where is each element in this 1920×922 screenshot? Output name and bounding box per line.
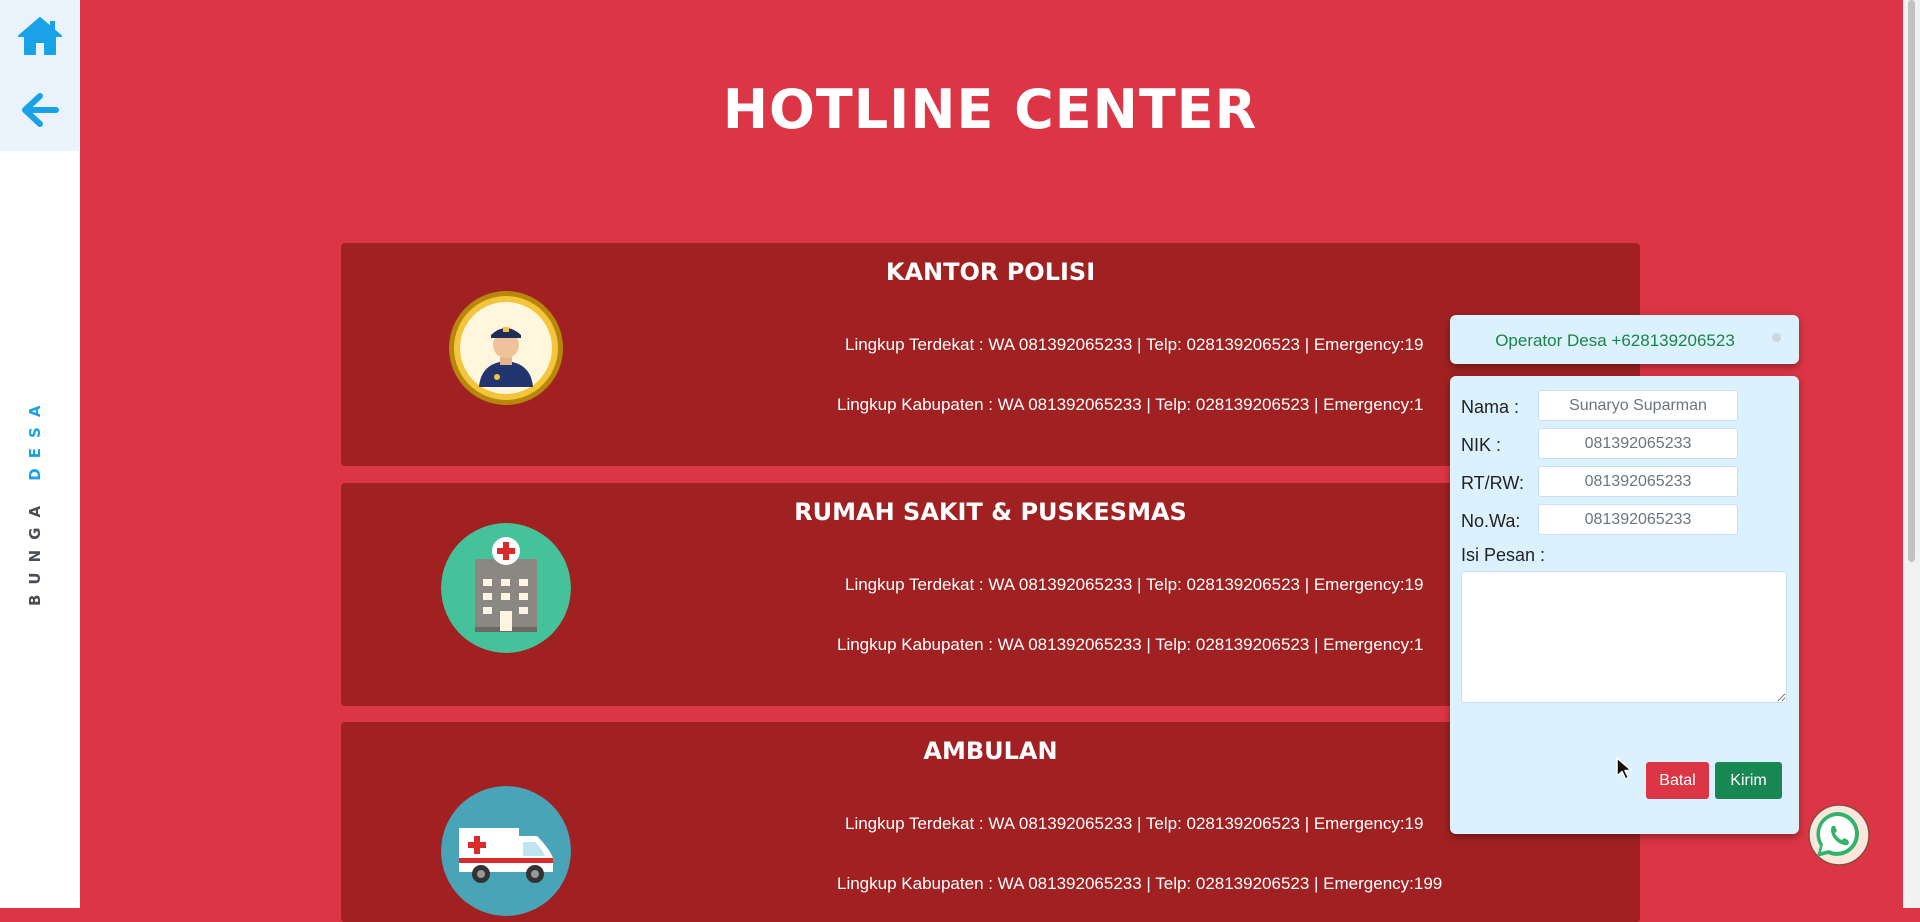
nama-label: Nama : bbox=[1461, 397, 1520, 417]
brand-vertical: BUNGA DESA bbox=[26, 396, 44, 606]
hotline-card-ambulance: AMBULAN Lingkup Terdekat : WA 0813920652… bbox=[341, 722, 1640, 922]
nama-input[interactable] bbox=[1538, 390, 1738, 421]
cancel-button[interactable]: Batal bbox=[1646, 762, 1709, 799]
ambulance-icon bbox=[441, 786, 571, 916]
card-line-terdekat: Lingkup Terdekat : WA 081392065233 | Tel… bbox=[845, 335, 1424, 354]
page-title: HOTLINE CENTER bbox=[722, 78, 1258, 141]
message-textarea[interactable] bbox=[1461, 571, 1787, 703]
card-line-terdekat: Lingkup Terdekat : WA 081392065233 | Tel… bbox=[845, 814, 1424, 833]
whatsapp-icon[interactable] bbox=[1808, 804, 1870, 866]
hotline-card-police: KANTOR POLISI Lingkup Terdekat : WA 0813… bbox=[341, 243, 1640, 466]
scrollbar[interactable] bbox=[1903, 0, 1920, 908]
send-button[interactable]: Kirim bbox=[1715, 762, 1782, 799]
police-officer-icon bbox=[449, 291, 563, 405]
sidebar-nav bbox=[0, 0, 79, 151]
rtrw-input[interactable] bbox=[1538, 466, 1738, 497]
brand-text-first: BUNGA bbox=[26, 480, 44, 606]
scrollbar-thumb[interactable] bbox=[1908, 0, 1915, 562]
operator-header[interactable]: Operator Desa +628139206523 bbox=[1450, 315, 1799, 364]
sidebar: BUNGA DESA bbox=[0, 0, 80, 908]
hotline-card-hospital: RUMAH SAKIT & PUSKESMAS Lingkup Terdekat… bbox=[341, 483, 1640, 706]
nik-label: NIK : bbox=[1461, 435, 1502, 455]
brand-text-second: DESA bbox=[26, 395, 44, 481]
rtrw-label: RT/RW: bbox=[1461, 473, 1525, 493]
back-button[interactable] bbox=[14, 84, 66, 136]
pesan-label: Isi Pesan : bbox=[1461, 545, 1546, 565]
nowa-label: No.Wa: bbox=[1461, 511, 1521, 531]
card-title: AMBULAN bbox=[923, 737, 1058, 765]
arrow-left-icon bbox=[22, 93, 59, 127]
card-line-terdekat: Lingkup Terdekat : WA 081392065233 | Tel… bbox=[845, 575, 1424, 594]
card-line-kabupaten: Lingkup Kabupaten : WA 081392065233 | Te… bbox=[837, 635, 1424, 654]
mouse-cursor-icon bbox=[1616, 757, 1633, 780]
card-line-kabupaten: Lingkup Kabupaten : WA 081392065233 | Te… bbox=[837, 874, 1443, 893]
home-icon bbox=[18, 17, 62, 55]
operator-label: Operator Desa +628139206523 bbox=[1495, 331, 1735, 350]
close-icon[interactable] bbox=[1772, 333, 1781, 342]
nik-input[interactable] bbox=[1538, 428, 1738, 459]
home-button[interactable] bbox=[14, 10, 66, 62]
card-line-kabupaten: Lingkup Kabupaten : WA 081392065233 | Te… bbox=[837, 395, 1424, 414]
nowa-input[interactable] bbox=[1538, 504, 1738, 535]
hospital-icon bbox=[441, 523, 571, 653]
card-title: KANTOR POLISI bbox=[885, 258, 1096, 286]
card-title: RUMAH SAKIT & PUSKESMAS bbox=[794, 498, 1187, 526]
